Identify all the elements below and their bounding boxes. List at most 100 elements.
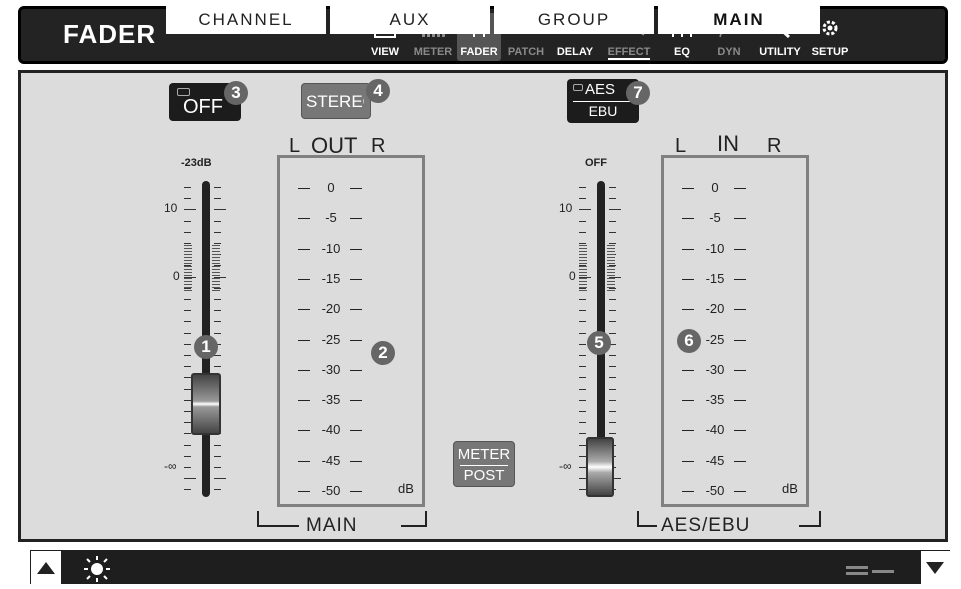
meter-tick bbox=[350, 309, 362, 311]
fader-tick bbox=[579, 433, 586, 435]
fader-tick bbox=[609, 209, 621, 211]
out-fader-knob[interactable] bbox=[191, 373, 221, 435]
fader-tick bbox=[184, 220, 191, 222]
fader-tick bbox=[579, 198, 586, 200]
brightness-button[interactable] bbox=[82, 554, 112, 584]
meter-tick bbox=[734, 460, 746, 462]
bottom-bar bbox=[30, 550, 950, 584]
out-fader-level: -23dB bbox=[181, 157, 212, 169]
fader-tick bbox=[184, 198, 191, 200]
in-meter-unit: dB bbox=[782, 481, 798, 496]
toolbar-label: EFFECT bbox=[607, 46, 651, 60]
meter-tick bbox=[682, 369, 694, 371]
out-off-label: OFF bbox=[183, 96, 223, 118]
stereo-button[interactable]: STEREO bbox=[301, 83, 371, 119]
triangle-down-icon bbox=[926, 562, 944, 574]
setup-icon bbox=[822, 20, 838, 36]
fader-tick bbox=[579, 187, 586, 188]
stereo-label: STEREO bbox=[306, 92, 364, 111]
toolbar-label: UTILITY bbox=[759, 46, 801, 58]
bracket-right bbox=[415, 511, 427, 527]
fader-tick bbox=[184, 187, 191, 188]
sun-icon bbox=[84, 556, 110, 582]
callout-badge-2: 2 bbox=[371, 341, 395, 365]
fader-mark-0: 0 bbox=[569, 269, 576, 283]
fader-mark-0: 0 bbox=[173, 269, 180, 283]
in-scale-label: -50 bbox=[705, 483, 725, 498]
out-scale-label: -40 bbox=[321, 422, 341, 438]
tab-group[interactable]: GROUP bbox=[494, 4, 654, 34]
fader-tick bbox=[579, 231, 586, 233]
fader-mark-inf: -∞ bbox=[164, 459, 177, 473]
fader-tick bbox=[184, 332, 191, 334]
meter-tick bbox=[734, 400, 746, 402]
fader-tick bbox=[184, 209, 196, 211]
aes-label: AES bbox=[585, 81, 616, 98]
toolbar-label: FADER bbox=[460, 46, 498, 58]
meter-tick bbox=[298, 400, 310, 402]
meter-tick bbox=[682, 430, 694, 432]
meter-tick bbox=[350, 430, 362, 432]
fader-tick bbox=[184, 310, 191, 312]
meter-tick bbox=[734, 491, 746, 492]
scroll-up-button[interactable] bbox=[31, 551, 61, 584]
meter-tick bbox=[734, 278, 746, 280]
in-scale-label: -20 bbox=[705, 301, 725, 317]
in-scale-label: -5 bbox=[709, 210, 721, 226]
fader-tick bbox=[214, 231, 221, 233]
tab-aux[interactable]: AUX bbox=[330, 4, 490, 34]
bracket-line bbox=[637, 525, 657, 527]
out-bus-label: MAIN bbox=[306, 515, 358, 536]
fader-tick bbox=[184, 444, 191, 446]
tab-label: GROUP bbox=[537, 10, 611, 29]
in-scale-label: -40 bbox=[705, 422, 725, 438]
in-fader-level: OFF bbox=[585, 157, 607, 169]
meter-tick bbox=[350, 248, 362, 250]
fader-tick bbox=[579, 366, 586, 368]
fader-tick bbox=[609, 388, 616, 390]
meter-tick bbox=[350, 218, 362, 220]
fader-tick bbox=[184, 299, 191, 300]
meter-tick bbox=[734, 188, 746, 189]
bracket-right bbox=[809, 511, 821, 527]
scroll-down-button[interactable] bbox=[921, 551, 950, 584]
in-fader-knob[interactable] bbox=[586, 437, 614, 497]
menu-icon[interactable] bbox=[846, 566, 868, 575]
tab-main[interactable]: MAIN bbox=[658, 4, 820, 34]
ebu-label: EBU bbox=[588, 103, 618, 119]
meter-tick bbox=[682, 248, 694, 250]
fader-tick bbox=[579, 377, 586, 379]
toolbar-label: VIEW bbox=[370, 46, 400, 58]
in-scale-label: -15 bbox=[705, 270, 725, 286]
callout-badge-4: 4 bbox=[366, 79, 390, 103]
fader-zero-zone bbox=[579, 245, 587, 291]
fader-tick bbox=[184, 388, 191, 390]
meter-tick bbox=[350, 460, 362, 462]
out-scale-label: 0 bbox=[327, 180, 335, 195]
fader-tick bbox=[214, 332, 221, 334]
fader-tick bbox=[579, 220, 586, 222]
toolbar-label: DYN bbox=[717, 46, 741, 58]
fader-tick bbox=[214, 321, 221, 323]
fader-tick bbox=[579, 243, 586, 244]
fader-tick bbox=[609, 231, 616, 233]
out-scale-label: -10 bbox=[321, 240, 341, 256]
fader-screen: FADER VIEW METER FADER PATCH DELAY EFFEC… bbox=[0, 0, 950, 584]
meter-tick bbox=[298, 188, 310, 189]
fader-tick bbox=[579, 489, 586, 491]
fader-tick bbox=[184, 478, 196, 480]
fader-tick bbox=[609, 433, 616, 435]
fader-tick bbox=[609, 399, 616, 401]
fader-tick bbox=[609, 377, 616, 379]
out-scale-label: -5 bbox=[325, 210, 337, 226]
fader-tick bbox=[579, 343, 586, 345]
callout-badge-5: 5 bbox=[587, 331, 611, 355]
meter-post-button[interactable]: METER POST bbox=[453, 441, 515, 487]
toolbar-label: EQ bbox=[674, 46, 690, 58]
fader-tick bbox=[184, 231, 191, 233]
meter-tick bbox=[682, 491, 694, 492]
meter-tick bbox=[298, 460, 310, 462]
tab-channel[interactable]: CHANNEL bbox=[166, 4, 326, 34]
fader-tick bbox=[184, 467, 191, 468]
fader-tick bbox=[184, 411, 191, 412]
